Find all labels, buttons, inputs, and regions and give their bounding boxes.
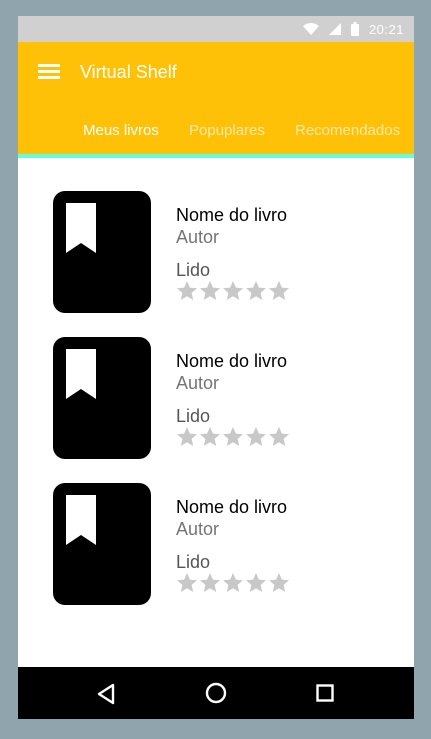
- bookmark-icon: [66, 349, 96, 399]
- tab-meus-livros[interactable]: Meus livros: [83, 122, 159, 139]
- rating-stars: [176, 426, 290, 448]
- book-title: Nome do livro: [176, 351, 288, 371]
- book-list-item[interactable]: Nome do livro Autor Lido: [18, 483, 414, 605]
- star-icon[interactable]: [176, 280, 198, 302]
- book-status: Lido: [176, 260, 211, 280]
- tab-indicator: [18, 154, 414, 158]
- back-triangle-icon[interactable]: [96, 683, 116, 705]
- phone-screen: 20:21 Virtual Shelf Meus livros Popuplar…: [18, 16, 414, 719]
- hamburger-menu-icon[interactable]: [38, 64, 60, 80]
- star-icon[interactable]: [199, 572, 221, 594]
- tab-recomendados[interactable]: Recomendados: [295, 122, 400, 139]
- status-bar: 20:21: [18, 16, 414, 42]
- status-time: 20:21: [368, 21, 404, 37]
- app-title: Virtual Shelf: [80, 62, 177, 82]
- book-author: Autor: [176, 227, 220, 247]
- star-icon[interactable]: [176, 426, 198, 448]
- recents-square-icon[interactable]: [316, 684, 334, 702]
- star-icon[interactable]: [268, 572, 290, 594]
- star-icon[interactable]: [268, 426, 290, 448]
- star-icon[interactable]: [199, 426, 221, 448]
- book-status: Lido: [176, 552, 211, 572]
- book-cover: [53, 191, 151, 313]
- star-icon[interactable]: [245, 426, 267, 448]
- star-icon[interactable]: [245, 280, 267, 302]
- star-icon[interactable]: [245, 572, 267, 594]
- battery-icon: [350, 22, 359, 36]
- bookmark-icon: [66, 203, 96, 253]
- status-icons: 20:21: [302, 20, 404, 38]
- book-cover: [53, 483, 151, 605]
- rating-stars: [176, 280, 290, 302]
- tab-bar: Meus livros Popuplares Recomendados: [18, 122, 414, 146]
- cell-signal-icon: [328, 23, 341, 35]
- star-icon[interactable]: [222, 280, 244, 302]
- wifi-icon: [302, 23, 319, 35]
- rating-stars: [176, 572, 290, 594]
- app-bar: Virtual Shelf Meus livros Popuplares Rec…: [18, 42, 414, 154]
- book-cover: [53, 337, 151, 459]
- tab-populares[interactable]: Popuplares: [189, 122, 265, 139]
- book-status: Lido: [176, 406, 211, 426]
- star-icon[interactable]: [222, 426, 244, 448]
- star-icon[interactable]: [176, 572, 198, 594]
- book-author: Autor: [176, 519, 220, 539]
- star-icon[interactable]: [199, 280, 221, 302]
- home-circle-icon[interactable]: [205, 682, 227, 704]
- book-author: Autor: [176, 373, 220, 393]
- star-icon[interactable]: [222, 572, 244, 594]
- star-icon[interactable]: [268, 280, 290, 302]
- book-list-item[interactable]: Nome do livro Autor Lido: [18, 337, 414, 459]
- book-title: Nome do livro: [176, 497, 288, 517]
- book-list-item[interactable]: Nome do livro Autor Lido: [18, 191, 414, 313]
- navigation-bar: [18, 667, 414, 719]
- bookmark-icon: [66, 495, 96, 545]
- book-title: Nome do livro: [176, 205, 288, 225]
